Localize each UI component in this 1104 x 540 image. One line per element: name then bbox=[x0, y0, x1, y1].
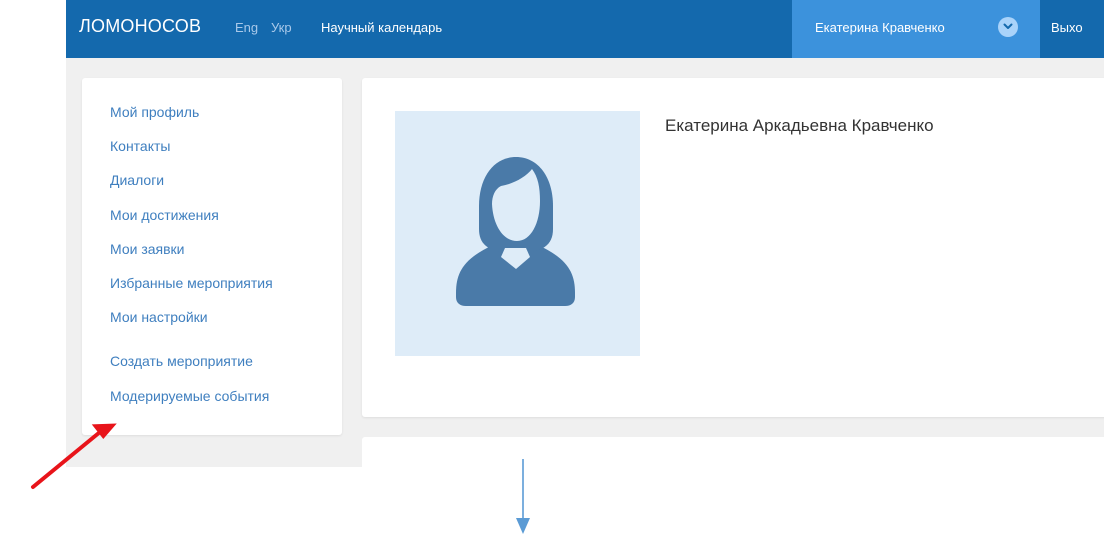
lang-ukr-link[interactable]: Укр bbox=[271, 20, 292, 35]
sidebar-item-moderated-events[interactable]: Модерируемые события bbox=[110, 388, 273, 422]
sidebar-list: Мой профиль Контакты Диалоги Мои достиже… bbox=[110, 104, 273, 422]
sidebar-item-achievements[interactable]: Мои достижения bbox=[110, 207, 273, 241]
profile-card: Екатерина Аркадьевна Кравченко bbox=[362, 78, 1104, 417]
lang-eng-link[interactable]: Eng bbox=[235, 20, 258, 35]
top-navbar: ЛОМОНОСОВ Eng Укр Научный календарь Екат… bbox=[66, 0, 1104, 58]
female-avatar-icon bbox=[456, 157, 575, 306]
sidebar-item-favorite-events[interactable]: Избранные мероприятия bbox=[110, 275, 273, 309]
sidebar-item-create-event[interactable]: Создать мероприятие bbox=[110, 353, 273, 387]
science-calendar-link[interactable]: Научный календарь bbox=[321, 20, 442, 35]
profile-full-name: Екатерина Аркадьевна Кравченко bbox=[665, 116, 934, 135]
sidebar-item-settings[interactable]: Мои настройки bbox=[110, 309, 273, 343]
user-name: Екатерина Кравченко bbox=[815, 20, 945, 35]
blue-arrow-annotation bbox=[516, 459, 530, 534]
sidebar-menu: Мой профиль Контакты Диалоги Мои достиже… bbox=[82, 78, 342, 435]
sidebar-item-my-profile[interactable]: Мой профиль bbox=[110, 104, 273, 138]
content-card bbox=[362, 437, 1104, 467]
avatar[interactable] bbox=[395, 111, 640, 356]
user-menu-button[interactable]: Екатерина Кравченко bbox=[792, 0, 1040, 58]
sidebar-item-dialogs[interactable]: Диалоги bbox=[110, 172, 273, 206]
chevron-down-icon[interactable] bbox=[998, 17, 1018, 37]
sidebar-item-applications[interactable]: Мои заявки bbox=[110, 241, 273, 275]
app-window: ЛОМОНОСОВ Eng Укр Научный календарь Екат… bbox=[66, 0, 1104, 467]
brand-logo[interactable]: ЛОМОНОСОВ bbox=[79, 16, 201, 37]
sidebar-item-contacts[interactable]: Контакты bbox=[110, 138, 273, 172]
logout-link[interactable]: Выхо bbox=[1051, 20, 1083, 35]
